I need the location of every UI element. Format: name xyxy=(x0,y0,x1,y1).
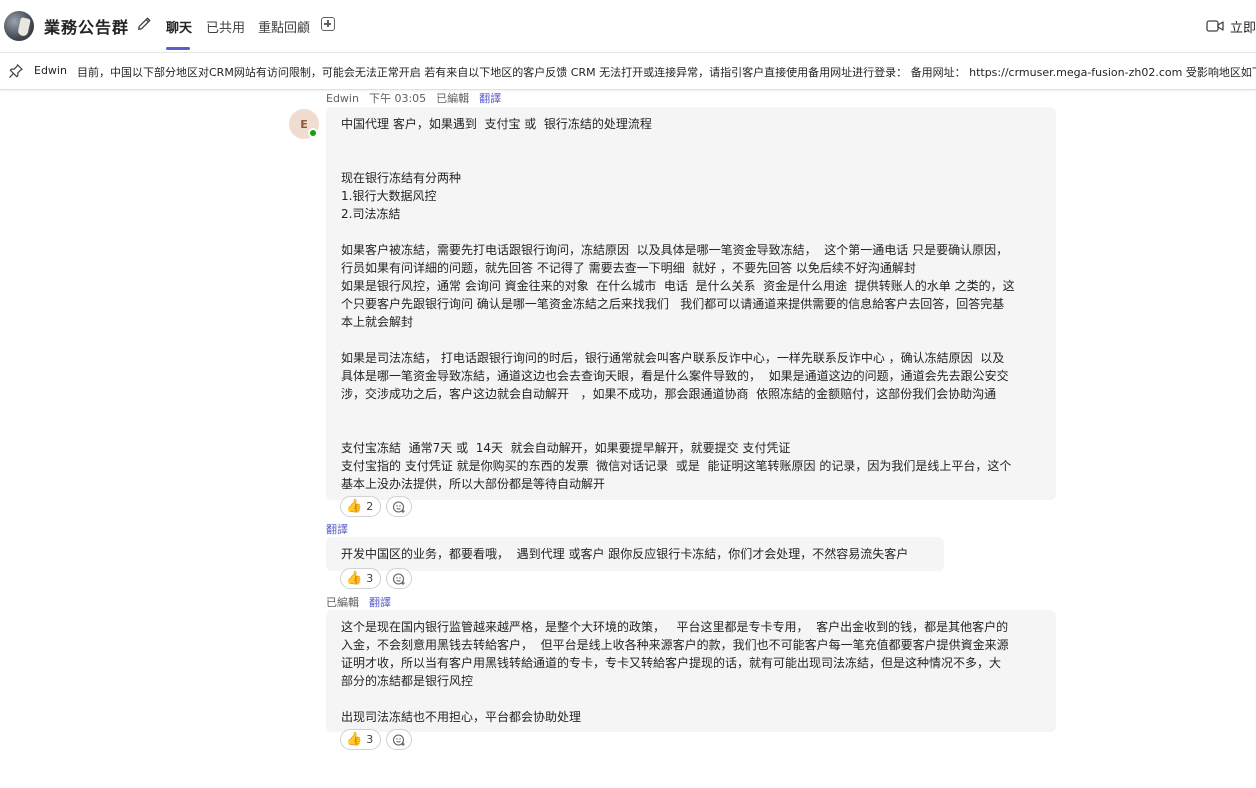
message-line: 开发中国区的业务，都要看哦， 遇到代理 或客户 跟你反应银行卡冻結，你们才会处理… xyxy=(341,547,909,561)
edited-label: 已編輯 xyxy=(326,596,359,609)
reactions-bar: 👍 3 xyxy=(340,568,413,589)
add-tab-icon[interactable] xyxy=(321,17,335,31)
pinned-text: 目前，中国以下部分地区对CRM网站有访问限制，可能会无法正常开启 若有来自以下地… xyxy=(77,66,1256,79)
group-avatar[interactable] xyxy=(4,11,34,41)
message-line xyxy=(341,133,1042,151)
thumbs-up-icon: 👍 xyxy=(346,571,363,586)
message-line: 涉，交涉成功之后，客户这边就会自动解开 ，如果不成功，那会跟通道协商 依照冻結的… xyxy=(341,387,997,401)
message-line: 行员如果有问详細的问题，就先回答 不记得了 需要去查一下明细 就好 ，不要先回答… xyxy=(341,261,916,275)
tab-shared[interactable]: 已共用 xyxy=(206,17,245,36)
pinned-author: Edwin xyxy=(34,64,67,77)
presence-status-icon xyxy=(308,128,318,138)
message-line: 1.银行大数据风控 xyxy=(341,189,437,203)
message-line: 这个是现在国内银行监管越来越严格，是整个大环境的政策， 平台这里都是专卡专用， … xyxy=(341,620,1009,634)
message-time: 下午 03:05 xyxy=(368,92,427,105)
message-line: 入金，不会刻意用黑钱去转給客户， 但平台是线上收各种来源客户的款，我们也不可能客… xyxy=(341,638,1009,652)
message-bubble[interactable]: 中国代理 客户，如果遇到 支付宝 或 银行冻结的处理流程 现在银行冻结有分两种 … xyxy=(326,107,1056,500)
translate-link[interactable]: 翻譯 xyxy=(326,521,348,537)
message-bubble[interactable]: 这个是现在国内银行监管越来越严格，是整个大环境的政策， 平台这里都是专卡专用， … xyxy=(326,610,1056,732)
message-line: 支付宝冻結 通常7天 或 14天 就会自动解开，如果要提早解开，就要提交 支付凭… xyxy=(341,441,791,455)
add-reaction-icon xyxy=(393,500,405,513)
message-line xyxy=(341,223,1042,241)
add-reaction-button[interactable] xyxy=(386,568,413,589)
message-line: 出现司法冻結也不用担心，平台都会协助处理 xyxy=(341,710,582,724)
message-line xyxy=(341,421,1042,439)
reaction-thumbs-up[interactable]: 👍 3 xyxy=(340,568,382,589)
reaction-thumbs-up[interactable]: 👍 2 xyxy=(340,496,382,517)
message-meta: 已編輯 翻譯 xyxy=(326,594,401,610)
translate-link[interactable]: 翻譯 xyxy=(369,596,391,609)
edit-icon[interactable] xyxy=(136,16,152,32)
reactions-bar: 👍 3 xyxy=(340,729,413,750)
tab-chat[interactable]: 聊天 xyxy=(166,17,192,36)
message-line xyxy=(341,403,1042,421)
reaction-count: 3 xyxy=(366,733,374,746)
tab-recap[interactable]: 重點回顧 xyxy=(258,17,310,36)
message-bubble[interactable]: 开发中国区的业务，都要看哦， 遇到代理 或客户 跟你反应银行卡冻結，你们才会处理… xyxy=(326,537,944,571)
chat-header: 業務公告群 聊天 已共用 重點回顧 立即 xyxy=(0,0,1256,53)
message-line: 个只要客户先跟银行询问 确认是哪一笔资金冻結之后来找我们 我们都可以请通道来提供… xyxy=(341,297,1005,311)
message-line: 如果客户被冻結，需要先打电话跟银行询问，冻結原因 以及具体是哪一笔资金导致冻結，… xyxy=(341,243,1009,257)
message-line: 部分的冻結都是银行风控 xyxy=(341,674,474,688)
translate-link[interactable]: 翻譯 xyxy=(479,92,501,105)
message-line xyxy=(341,151,1042,169)
active-tab-indicator xyxy=(166,47,190,50)
pinned-message-bar[interactable]: Edwin 目前，中国以下部分地区对CRM网站有访问限制，可能会无法正常开启 若… xyxy=(0,53,1256,90)
group-title: 業務公告群 xyxy=(44,18,130,37)
message-meta: Edwin 下午 03:05 已編輯 翻譯 xyxy=(326,90,511,106)
message-line: 具体是哪一笔资金导致冻結，通道这边也会去查询天眼，看是什么案件导致的， 如果是通… xyxy=(341,369,1009,383)
thumbs-up-icon: 👍 xyxy=(346,732,363,747)
message-line: 本上就会解封 xyxy=(341,315,414,329)
message-line: 现在银行冻结有分两种 xyxy=(341,171,462,185)
meet-now-button[interactable]: 立即 xyxy=(1206,16,1256,36)
meet-now-label: 立即 xyxy=(1230,20,1256,36)
message-line: 2.司法冻結 xyxy=(341,207,401,221)
message-line: 如果是司法冻結， 打电话跟银行询问的时后，银行通常就会叫客户联系反诈中心，一样先… xyxy=(341,351,1005,365)
add-reaction-button[interactable] xyxy=(386,496,413,517)
reaction-thumbs-up[interactable]: 👍 3 xyxy=(340,729,382,750)
video-camera-icon xyxy=(1206,20,1224,32)
reaction-count: 2 xyxy=(366,500,374,513)
message-line: 基本上没办法提供，所以大部份都是等待自动解开 xyxy=(341,477,606,491)
message-line: 支付宝指的 支付凭证 就是你购买的东西的发票 微信对话记录 或是 能证明这笔转账… xyxy=(341,459,1012,473)
thumbs-up-icon: 👍 xyxy=(346,499,363,514)
reactions-bar: 👍 2 xyxy=(340,496,413,517)
add-reaction-icon xyxy=(393,572,405,585)
add-reaction-icon xyxy=(393,733,405,746)
message-line: 如果是银行风控，通常 会询问 資金往来的对象 在什么城市 电话 是什么关系 资金… xyxy=(341,279,1015,293)
message-line: 证明才收，所以当有客户用黑钱转給通道的专卡，专卡又转給客户提现的话，就有可能出现… xyxy=(341,656,1002,670)
message-author: Edwin xyxy=(326,92,359,105)
edited-label: 已編輯 xyxy=(436,92,470,105)
pin-icon xyxy=(9,64,23,78)
message-line xyxy=(341,331,1042,349)
message-line xyxy=(341,690,1042,708)
message-line: 中国代理 客户，如果遇到 支付宝 或 银行冻结的处理流程 xyxy=(341,117,652,131)
add-reaction-button[interactable] xyxy=(386,729,413,750)
reaction-count: 3 xyxy=(366,572,374,585)
